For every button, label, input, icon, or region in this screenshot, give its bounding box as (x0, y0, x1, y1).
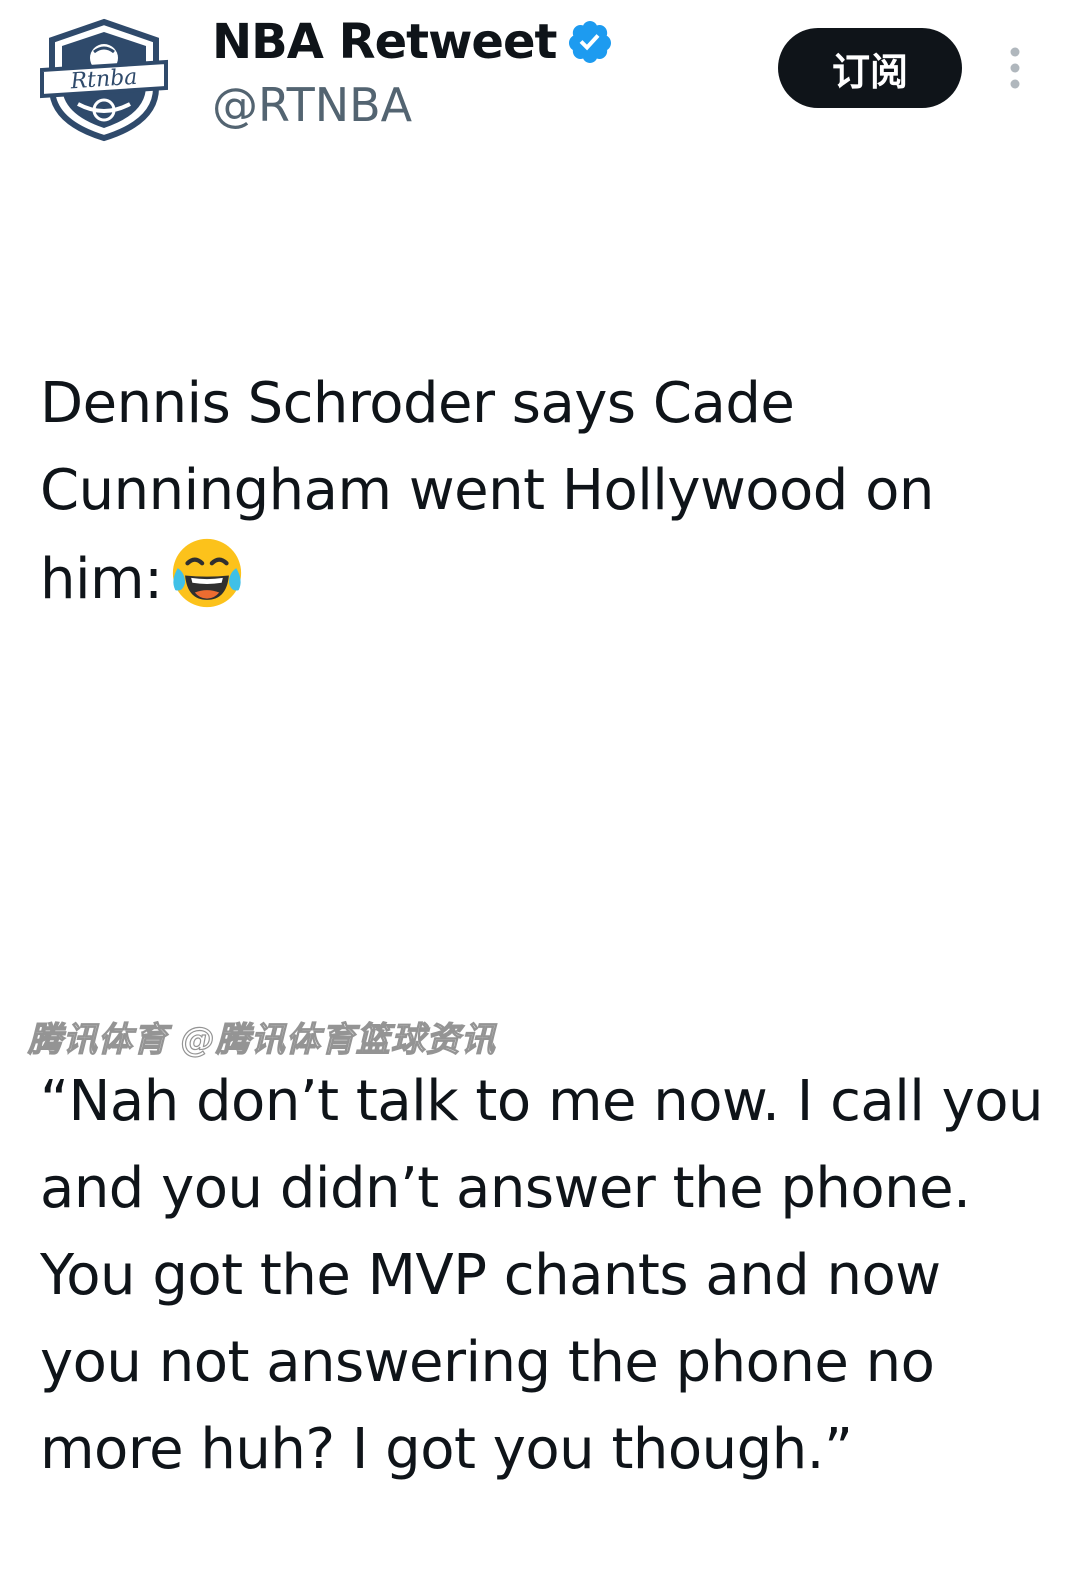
display-name[interactable]: NBA Retweet (212, 14, 557, 70)
tweet-paragraph-2: “Nah don’t talk to me now. I call you an… (40, 1069, 1061, 1482)
more-vertical-icon[interactable] (1000, 44, 1030, 92)
subscribe-button[interactable]: 订阅 (778, 28, 962, 108)
verified-badge-icon (569, 21, 612, 63)
avatar[interactable]: Rtnba (38, 18, 170, 142)
tweet-paragraph: Dennis Schroder says Cade Cunningham wen… (40, 360, 1050, 623)
user-handle[interactable]: @RTNBA (212, 78, 412, 132)
tweet-header: Rtnba NBA Retweet @RTNBA 订阅 (0, 0, 1080, 160)
watermark: 腾讯体育 @腾讯体育篮球资讯 (27, 1019, 496, 1060)
face-with-tears-of-joy-icon (173, 538, 242, 608)
tweet-text: Dennis Schroder says Cade Cunningham wen… (40, 186, 1050, 1580)
avatar-text: Rtnba (69, 65, 138, 95)
name-row: NBA Retweet (212, 14, 614, 70)
